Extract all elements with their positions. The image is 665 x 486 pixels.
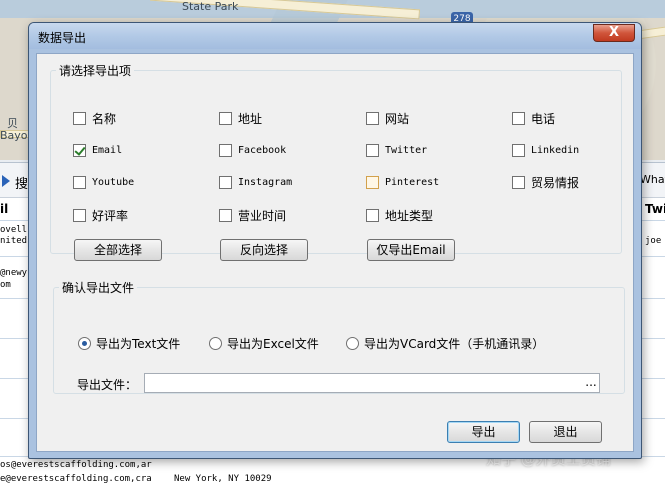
- checkbox-label: 地址: [238, 111, 263, 126]
- column-header: il: [0, 202, 9, 216]
- dialog-titlebar[interactable]: 数据导出 X: [29, 23, 641, 49]
- table-cell: New York, NY 10029: [174, 474, 272, 484]
- checkbox-label: Twitter: [385, 144, 428, 156]
- select-all-button[interactable]: 全部选择: [74, 239, 162, 261]
- select-fields-legend: 请选择导出项: [59, 64, 132, 78]
- checkbox-label: 贸易情报: [531, 175, 580, 190]
- radio-label: 导出为Excel文件: [227, 336, 319, 351]
- checkbox-box[interactable]: [219, 208, 232, 222]
- checkbox-box[interactable]: [366, 208, 379, 222]
- checkbox-rating[interactable]: 好评率: [73, 207, 128, 223]
- checkbox-label: 名称: [92, 111, 117, 126]
- checkbox-label: Youtube: [92, 176, 135, 188]
- radio-dot[interactable]: [78, 336, 91, 350]
- check-icon[interactable]: [73, 143, 86, 157]
- play-icon[interactable]: [2, 175, 10, 187]
- invert-selection-button[interactable]: 反向选择: [220, 239, 308, 261]
- export-dialog: 数据导出 X 请选择导出项 名称 地址 网站 电话 Email Facebook…: [28, 22, 642, 459]
- map-label-state-park: State Park: [182, 0, 239, 13]
- checkbox-box[interactable]: [219, 111, 232, 125]
- checkbox-address[interactable]: 地址: [219, 110, 262, 126]
- radio-text[interactable]: 导出为Text文件: [78, 335, 180, 351]
- checkbox-box[interactable]: [73, 175, 86, 189]
- checkbox-box[interactable]: [73, 208, 86, 222]
- select-fields-group: 请选择导出项: [50, 62, 622, 254]
- dialog-body: 请选择导出项 名称 地址 网站 电话 Email Facebook Twitte…: [36, 53, 634, 452]
- table-cell: ovell: [0, 225, 28, 235]
- checkbox-box[interactable]: [73, 111, 86, 125]
- browse-icon[interactable]: ...: [583, 374, 599, 392]
- map-label: Bayo: [0, 129, 28, 142]
- table-cell: om: [0, 280, 11, 290]
- checkbox-youtube[interactable]: Youtube: [73, 174, 134, 190]
- exit-button[interactable]: 退出: [529, 421, 602, 443]
- checkbox-website[interactable]: 网站: [366, 110, 409, 126]
- radio-dot[interactable]: [346, 336, 359, 350]
- checkbox-trade-intel[interactable]: 贸易情报: [512, 174, 579, 190]
- close-button[interactable]: X: [593, 24, 635, 42]
- checkbox-linkedin[interactable]: Linkedin: [512, 142, 579, 158]
- checkbox-label: 好评率: [92, 208, 129, 223]
- checkbox-email[interactable]: Email: [73, 142, 122, 158]
- dialog-title: 数据导出: [38, 31, 87, 45]
- export-file-label: 导出文件：: [77, 378, 138, 392]
- checkbox-facebook[interactable]: Facebook: [219, 142, 286, 158]
- checkbox-box[interactable]: [219, 175, 232, 189]
- table-cell: nited: [0, 236, 28, 246]
- checkbox-label: Facebook: [238, 144, 287, 156]
- checkbox-label: 营业时间: [238, 208, 287, 223]
- checkbox-name[interactable]: 名称: [73, 110, 116, 126]
- checkbox-label: 电话: [531, 111, 556, 126]
- table-cell: e@everestscaffolding.com,cra: [0, 474, 152, 484]
- checkbox-box[interactable]: [366, 143, 379, 157]
- checkbox-box[interactable]: [219, 143, 232, 157]
- table-cell: os@everestscaffolding.com,ar: [0, 460, 152, 470]
- checkbox-instagram[interactable]: Instagram: [219, 174, 292, 190]
- checkbox-label: 地址类型: [385, 208, 434, 223]
- checkbox-label: Pinterest: [385, 176, 440, 188]
- export-file-input[interactable]: [144, 373, 600, 393]
- export-button[interactable]: 导出: [447, 421, 520, 443]
- checkbox-box[interactable]: [512, 111, 525, 125]
- checkbox-label: Instagram: [238, 176, 293, 188]
- column-header: Twi: [645, 202, 665, 216]
- checkbox-label: Linkedin: [531, 144, 580, 156]
- radio-label: 导出为Text文件: [96, 336, 181, 351]
- checkbox-pinterest[interactable]: Pinterest: [366, 174, 439, 190]
- checkbox-twitter[interactable]: Twitter: [366, 142, 427, 158]
- table-cell: @newy: [0, 268, 28, 278]
- checkbox-box[interactable]: [366, 175, 379, 189]
- checkbox-label: 网站: [385, 111, 410, 126]
- table-cell: joe: [645, 236, 662, 246]
- radio-vcard[interactable]: 导出为VCard文件（手机通讯录）: [346, 335, 544, 351]
- checkbox-box[interactable]: [366, 111, 379, 125]
- search-label[interactable]: 搜: [15, 173, 28, 192]
- export-email-only-button[interactable]: 仅导出Email: [367, 239, 455, 261]
- checkbox-phone[interactable]: 电话: [512, 110, 555, 126]
- checkbox-box[interactable]: [512, 175, 525, 189]
- checkbox-address-type[interactable]: 地址类型: [366, 207, 433, 223]
- radio-dot[interactable]: [209, 336, 222, 350]
- radio-label: 导出为VCard文件（手机通讯录）: [364, 336, 545, 351]
- checkbox-label: Email: [92, 144, 123, 156]
- column-label: What: [640, 173, 665, 186]
- checkbox-box[interactable]: [512, 143, 525, 157]
- confirm-file-legend: 确认导出文件: [62, 281, 135, 295]
- radio-excel[interactable]: 导出为Excel文件: [209, 335, 319, 351]
- checkbox-hours[interactable]: 营业时间: [219, 207, 286, 223]
